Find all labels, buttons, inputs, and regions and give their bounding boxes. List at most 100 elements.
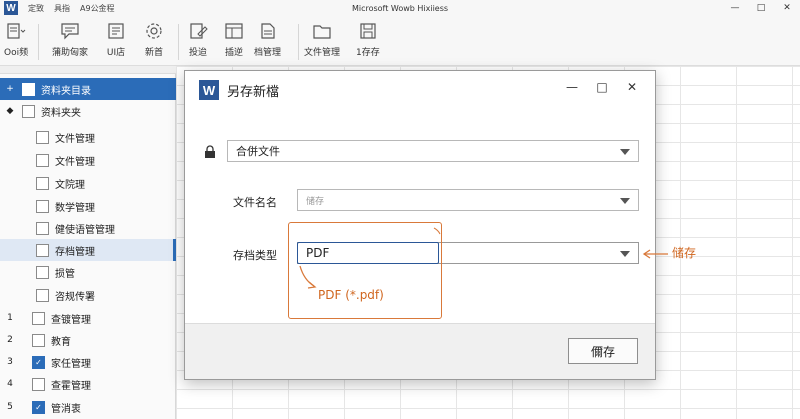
sidebar-item-label: 文件管理 <box>55 133 95 145</box>
ribbon-button-template[interactable]: 插逆 <box>224 22 244 64</box>
item-number: 1 <box>7 313 13 323</box>
callout-box <box>288 222 442 319</box>
ribbon-label: 蒲助匈家 <box>52 48 89 58</box>
sidebar-item-label: 咨规传署 <box>55 291 95 303</box>
sidebar-item-label: 文院理 <box>55 179 85 191</box>
checkbox[interactable] <box>36 199 49 213</box>
dropdown-option-callout: PDF (*.pdf) <box>318 288 384 302</box>
sidebar-item[interactable]: 5 ✓ 管消衷 <box>0 396 176 418</box>
checkbox[interactable] <box>32 377 45 391</box>
close-icon[interactable]: ✕ <box>774 0 800 16</box>
checkbox[interactable] <box>36 243 49 257</box>
sidebar-header <box>0 66 176 74</box>
item-marker: + <box>6 84 14 94</box>
chevron-down-icon <box>620 198 630 204</box>
merge-select[interactable]: 合併文件 <box>227 140 639 162</box>
sidebar-item-label: 教育 <box>51 336 71 348</box>
maximize-icon[interactable]: □ <box>748 0 774 16</box>
sidebar-item[interactable]: + 资料夹目录 <box>0 78 176 100</box>
checkbox[interactable] <box>32 311 45 325</box>
menu-item-1[interactable]: 定致 <box>28 3 44 14</box>
ribbon-label: Ooi频 <box>4 48 29 58</box>
sidebar-item-label: 家任管理 <box>51 358 91 370</box>
ribbon-toolbar: Ooi频 蒲助匈家 UI店 新首 投迨 插逆 档管理 文件管理 1存存 <box>0 16 800 66</box>
sidebar-item[interactable]: 2 教育 <box>0 329 176 351</box>
checkbox[interactable] <box>36 265 49 279</box>
sidebar-item[interactable]: 咨规传署 <box>0 284 176 306</box>
ribbon-button-save[interactable]: 1存存 <box>356 22 380 64</box>
sidebar: + 资料夹目录 ◆ 资料夹夹 文件管理 文件管理 文院理 数学管理 健使语管管理… <box>0 66 176 419</box>
save-callout: 储存 <box>672 246 697 260</box>
item-number: 2 <box>7 335 13 345</box>
sidebar-item[interactable]: 4 查霍管理 <box>0 373 176 395</box>
chevron-down-icon <box>620 149 630 155</box>
sidebar-item[interactable]: 文件管理 <box>0 149 176 171</box>
sidebar-item[interactable]: 文院理 <box>0 172 176 194</box>
checkbox[interactable] <box>36 288 49 302</box>
ribbon-label: 1存存 <box>356 48 380 58</box>
word-logo-icon: W <box>4 1 18 15</box>
store-icon <box>106 22 126 40</box>
sidebar-item-label: 查霍管理 <box>51 380 91 392</box>
sidebar-item[interactable]: 数学管理 <box>0 195 176 217</box>
dialog-controls: — □ ✕ <box>557 77 647 97</box>
ribbon-label: 新首 <box>144 48 163 58</box>
window-controls: — □ ✕ <box>722 0 800 16</box>
doc-icon <box>22 82 35 96</box>
menu-item-2[interactable]: 具指 <box>54 3 70 14</box>
ribbon-label: 插逆 <box>224 48 243 58</box>
checkbox[interactable] <box>36 221 49 235</box>
ribbon-label: 档管理 <box>254 48 282 58</box>
filename-label: 文件名名 <box>233 196 277 209</box>
filename-field[interactable]: 储存 <box>297 189 639 211</box>
checkbox-checked[interactable]: ✓ <box>32 355 45 369</box>
ribbon-button-file[interactable]: 档管理 <box>254 22 281 64</box>
ribbon-button-edit-doc[interactable]: 投迨 <box>188 22 208 64</box>
close-icon[interactable]: ✕ <box>617 77 647 97</box>
chevron-down-icon <box>620 251 630 257</box>
word-logo-icon: W <box>199 80 219 100</box>
ribbon-separator <box>298 24 299 60</box>
ribbon-button-document[interactable]: Ooi频 <box>4 22 28 64</box>
ribbon-button-settings[interactable]: 新首 <box>144 22 164 64</box>
ribbon-button-store[interactable]: UI店 <box>106 22 126 64</box>
checkbox[interactable] <box>36 176 49 190</box>
edit-doc-icon <box>188 22 208 40</box>
sidebar-item[interactable]: ◆ 资料夹夹 <box>0 100 176 122</box>
lock-icon <box>203 145 217 159</box>
maximize-icon[interactable]: □ <box>587 77 617 97</box>
filename-placeholder: 储存 <box>306 196 325 207</box>
item-number: 3 <box>7 357 13 367</box>
sidebar-item-label: 文件管理 <box>55 156 95 168</box>
sidebar-item-label: 健使语管管理 <box>55 224 115 236</box>
save-button[interactable]: 儞存 <box>568 338 638 364</box>
save-icon <box>358 22 378 40</box>
sidebar-item-label: 资料夹夹 <box>41 107 81 119</box>
document-icon <box>6 22 26 40</box>
minimize-icon[interactable]: — <box>722 0 748 16</box>
title-bar: W 定致 具指 A9公金程 Microsoft Wowb Hixiiess — … <box>0 0 800 16</box>
window-title: Microsoft Wowb Hixiiess <box>351 3 449 13</box>
sidebar-item[interactable]: 1 查镀管理 <box>0 307 176 329</box>
sidebar-item[interactable]: 损管 <box>0 261 176 283</box>
checkbox[interactable] <box>32 333 45 347</box>
checkbox-checked[interactable]: ✓ <box>32 400 45 414</box>
ribbon-button-folder[interactable]: 文件管理 <box>304 22 340 64</box>
minimize-icon[interactable]: — <box>557 77 587 97</box>
checkbox[interactable] <box>22 104 35 118</box>
merge-select-value: 合併文件 <box>236 145 280 158</box>
sidebar-item-active[interactable]: 存档管理 <box>0 239 176 261</box>
ribbon-label: 文件管理 <box>304 48 341 58</box>
sidebar-item[interactable]: 健使语管管理 <box>0 217 176 239</box>
ribbon-label: UI店 <box>106 48 126 58</box>
checkbox[interactable] <box>36 153 49 167</box>
checkbox[interactable] <box>36 130 49 144</box>
ribbon-button-comment[interactable]: 蒲助匈家 <box>52 22 88 64</box>
menu-item-3[interactable]: A9公金程 <box>80 3 115 14</box>
filetype-label: 存档类型 <box>233 249 277 262</box>
ribbon-separator <box>178 24 179 60</box>
sidebar-item[interactable]: 3 ✓ 家任管理 <box>0 351 176 373</box>
ribbon-label: 投迨 <box>188 48 207 58</box>
sidebar-item[interactable]: 文件管理 <box>0 126 176 148</box>
sidebar-item-label: 损管 <box>55 268 75 280</box>
